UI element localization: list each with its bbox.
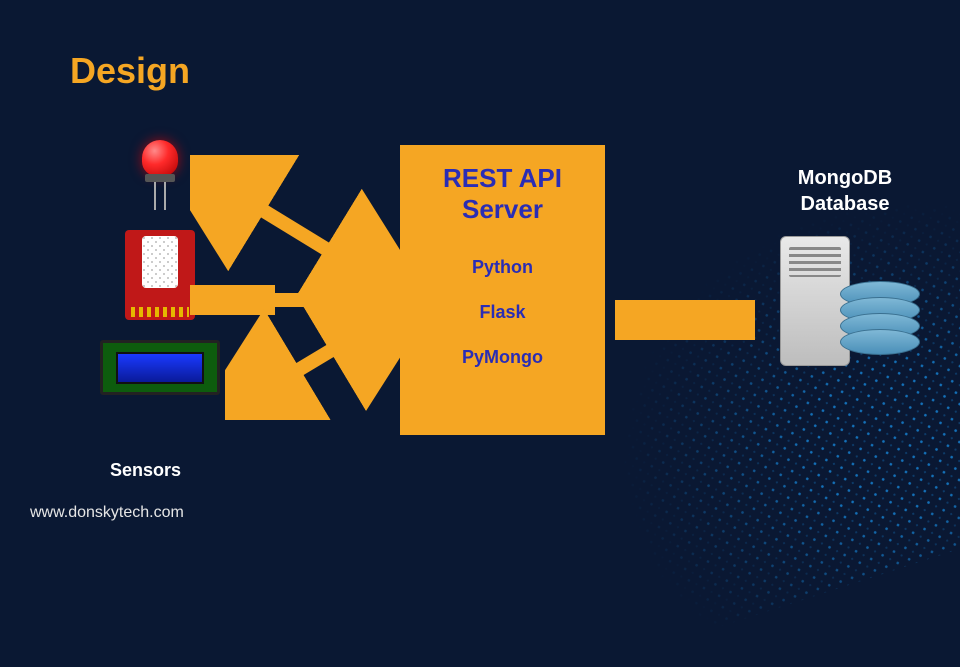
arrow-server-to-db bbox=[615, 300, 755, 340]
database-label: MongoDBDatabase bbox=[798, 165, 892, 217]
arrow-led-to-server bbox=[190, 155, 400, 300]
lcd-icon bbox=[100, 340, 220, 395]
database-server-icon bbox=[770, 231, 920, 381]
watermark-url: www.donskytech.com bbox=[30, 504, 184, 522]
sensors-label: Sensors bbox=[110, 460, 181, 481]
rest-api-server-box: REST APIServer Python Flask PyMongo bbox=[400, 145, 605, 435]
database-column: MongoDBDatabase bbox=[760, 165, 930, 381]
arrow-lcd-to-server bbox=[225, 300, 405, 420]
server-tech-python: Python bbox=[472, 257, 533, 278]
slide-title: Design bbox=[70, 50, 190, 92]
server-tech-pymongo: PyMongo bbox=[462, 347, 543, 368]
server-title: REST APIServer bbox=[443, 163, 562, 225]
dht-sensor-icon bbox=[125, 230, 195, 320]
server-tech-flask: Flask bbox=[479, 302, 525, 323]
led-icon bbox=[135, 140, 185, 210]
